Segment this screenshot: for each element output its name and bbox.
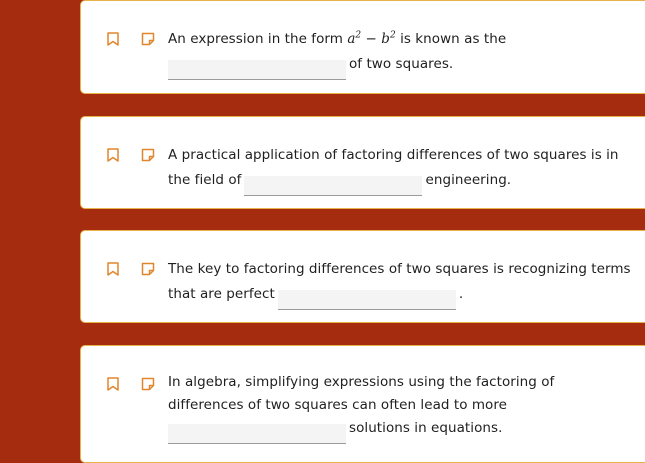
question-card-3: The key to factoring differences of two … xyxy=(80,230,645,323)
note-icon[interactable] xyxy=(141,148,155,162)
bookmark-icon[interactable] xyxy=(106,148,120,162)
math-term-b: b xyxy=(381,31,390,47)
answer-blank-input[interactable] xyxy=(168,60,346,80)
question-card-2: A practical application of factoring dif… xyxy=(80,116,645,209)
question-text: A practical application of factoring dif… xyxy=(168,143,645,196)
question-text: The key to factoring differences of two … xyxy=(168,257,645,310)
question-card-1: An expression in the form a2 − b2 is kno… xyxy=(80,0,645,94)
question-text-after: engineering. xyxy=(425,172,512,188)
question-text-after-math: is known as the xyxy=(395,31,507,47)
math-minus: − xyxy=(361,31,382,47)
note-icon[interactable] xyxy=(141,32,155,46)
note-icon[interactable] xyxy=(141,377,155,391)
question-text: An expression in the form a2 − b2 is kno… xyxy=(168,27,645,80)
bookmark-icon[interactable] xyxy=(106,32,120,46)
question-card-4: In algebra, simplifying expressions usin… xyxy=(80,345,645,463)
question-text-after: . xyxy=(458,286,464,302)
question-text-before: An expression in the form xyxy=(168,31,348,47)
note-icon[interactable] xyxy=(141,262,155,276)
answer-blank-input[interactable] xyxy=(244,176,423,196)
bookmark-icon[interactable] xyxy=(106,262,120,276)
bookmark-icon[interactable] xyxy=(106,377,120,391)
answer-blank-input[interactable] xyxy=(168,424,346,444)
question-text-before: In algebra, simplifying expressions usin… xyxy=(168,374,555,413)
question-text-after: solutions in equations. xyxy=(349,420,503,436)
question-text-after: of two squares. xyxy=(349,56,454,72)
question-text: In algebra, simplifying expressions usin… xyxy=(168,371,579,444)
answer-blank-input[interactable] xyxy=(277,290,456,310)
